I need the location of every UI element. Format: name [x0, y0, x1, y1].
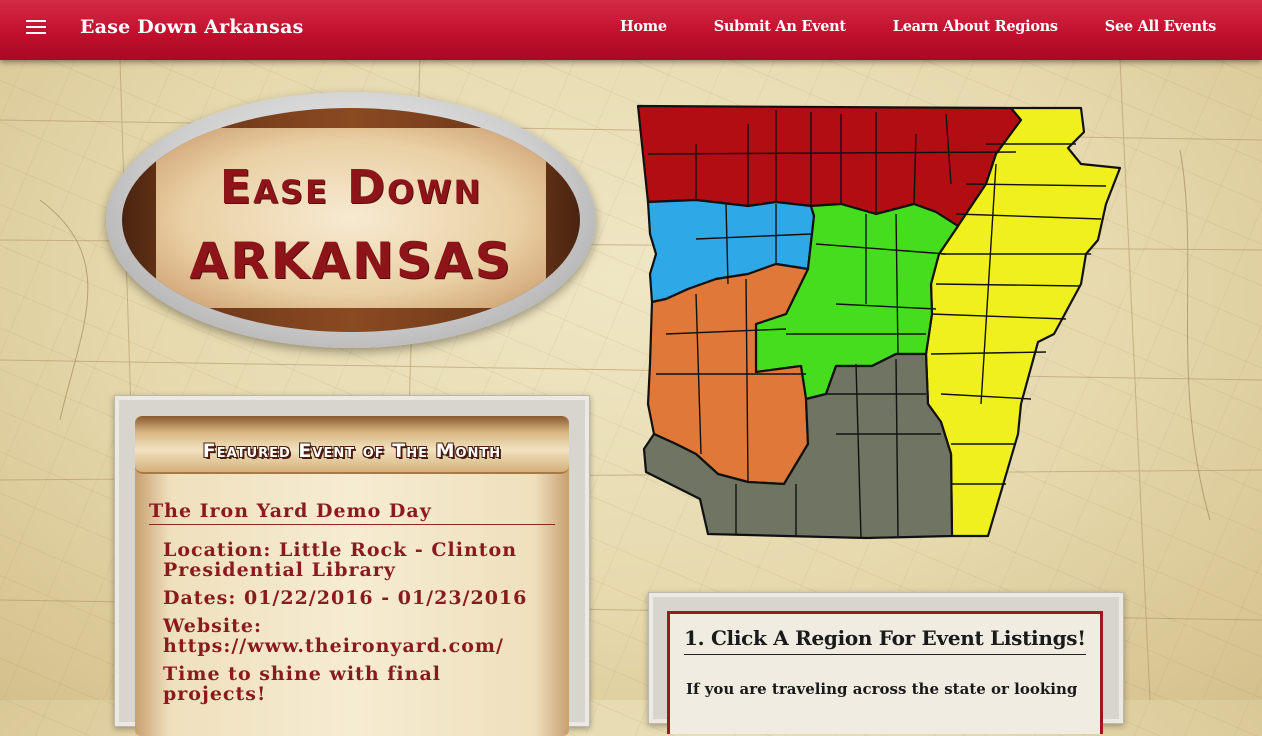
- instructions-card: 1. Click A Region For Event Listings! If…: [648, 592, 1124, 734]
- arkansas-region-map: [636, 104, 1122, 540]
- nav-link-learn-regions[interactable]: Learn About Regions: [893, 18, 1058, 35]
- site-brand[interactable]: Ease Down Arkansas: [80, 16, 303, 38]
- instructions-panel: 1. Click A Region For Event Listings! If…: [667, 611, 1103, 734]
- event-name: The Iron Yard Demo Day: [149, 500, 555, 525]
- parchment-scroll: Featured Event of The Month The Iron Yar…: [135, 416, 569, 736]
- instructions-body: If you are traveling across the state or…: [686, 680, 1078, 698]
- event-description: Time to shine with final projects!: [163, 663, 441, 705]
- event-location: Location: Little Rock - Clinton Presiden…: [163, 539, 518, 581]
- event-details: Location: Little Rock - Clinton Presiden…: [163, 540, 543, 712]
- nav-link-submit-event[interactable]: Submit An Event: [714, 18, 846, 35]
- nav-link-see-all-events[interactable]: See All Events: [1105, 18, 1217, 35]
- instructions-title: 1. Click A Region For Event Listings!: [684, 626, 1086, 655]
- logo-text-line2: ARKANSAS: [189, 232, 513, 290]
- featured-event-card: Featured Event of The Month The Iron Yar…: [114, 395, 590, 736]
- event-dates: Dates: 01/22/2016 - 01/23/2016: [163, 587, 528, 609]
- site-logo: Ease Down ARKANSAS: [106, 92, 596, 348]
- logo-text-line1: Ease Down: [219, 160, 483, 214]
- nav-link-home[interactable]: Home: [620, 18, 667, 35]
- logo-wood-frame: Ease Down ARKANSAS: [122, 108, 580, 332]
- top-navbar: Ease Down Arkansas Home Submit An Event …: [0, 0, 1262, 60]
- hamburger-menu-icon[interactable]: [26, 20, 46, 38]
- event-website[interactable]: Website: https://www.theironyard.com/: [163, 616, 543, 656]
- nav-links: Home Submit An Event Learn About Regions…: [620, 18, 1216, 35]
- featured-heading: Featured Event of The Month: [202, 440, 502, 462]
